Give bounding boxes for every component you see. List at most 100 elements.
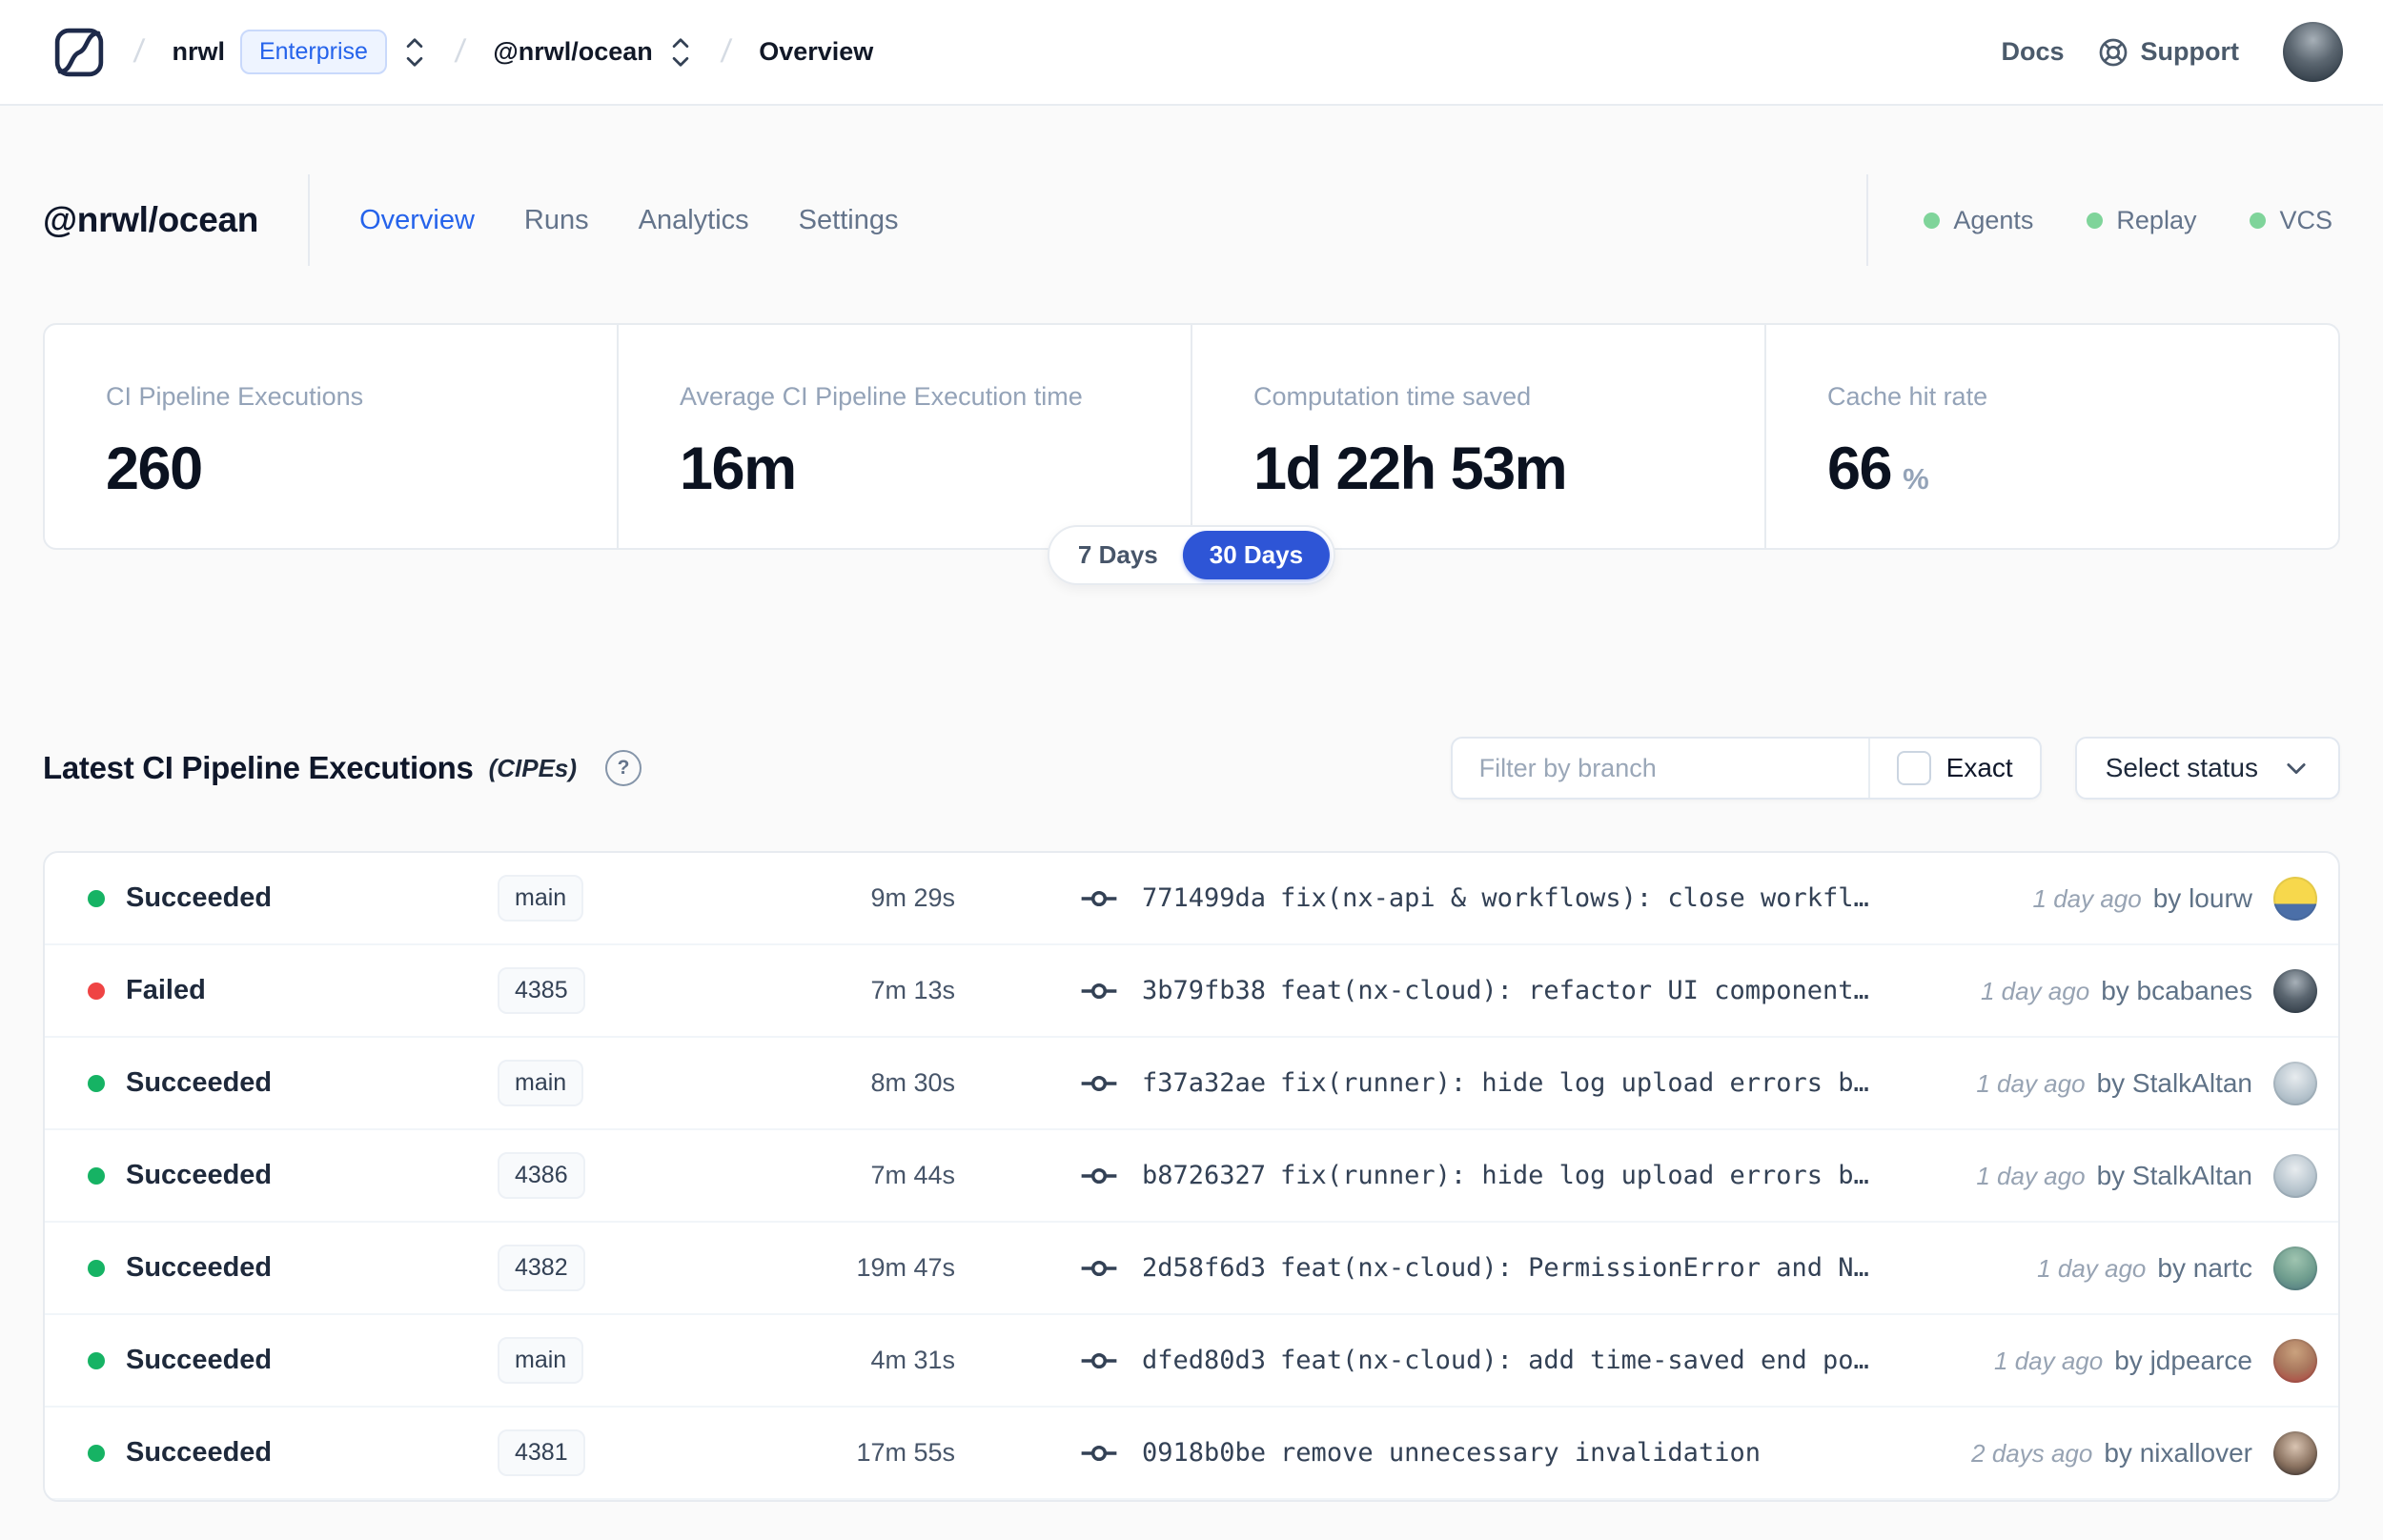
- workspace-header: @nrwl/ocean Overview Runs Analytics Sett…: [0, 174, 2383, 266]
- tab-runs[interactable]: Runs: [524, 205, 589, 236]
- support-link[interactable]: Support: [2097, 36, 2239, 69]
- org-selector-icon[interactable]: [402, 35, 427, 70]
- stat-value: 260: [106, 436, 203, 502]
- stat-value: 1d 22h 53m: [1253, 436, 1568, 502]
- nx-cloud-dashboard: / nrwl Enterprise / @nrwl/ocean / Overvi…: [0, 0, 2383, 1540]
- stat-label: CI Pipeline Executions: [106, 382, 364, 411]
- table-row[interactable]: Succeeded 4386 7m 44s b8726327 fix(runne…: [45, 1130, 2338, 1223]
- green-dot-icon: [1924, 212, 1941, 229]
- author: by StalkAltan: [2096, 1067, 2252, 1098]
- status-filter-button[interactable]: Select status: [2074, 737, 2340, 800]
- support-label: Support: [2140, 37, 2239, 66]
- stat-average-execution-time: Average CI Pipeline Execution time 16m: [617, 325, 1191, 548]
- exact-checkbox[interactable]: [1896, 751, 1931, 785]
- stat-cache-hit-rate: Cache hit rate 66 %: [1764, 325, 2338, 548]
- table-row[interactable]: Succeeded 4382 19m 47s 2d58f6d3 feat(nx-…: [45, 1223, 2338, 1315]
- commit-icon: [1081, 890, 1117, 906]
- tab-overview[interactable]: Overview: [359, 205, 475, 236]
- author: by jdpearce: [2114, 1345, 2252, 1375]
- workspace-status: Agents Replay VCS: [1866, 174, 2340, 266]
- commit-message: feat(nx-cloud): PermissionError and N…: [1280, 1253, 1869, 1283]
- branch-badge: 4381: [498, 1429, 585, 1476]
- tab-analytics[interactable]: Analytics: [639, 205, 749, 236]
- status-indicator-agents[interactable]: Agents: [1924, 206, 2033, 235]
- range-option-7-days[interactable]: 7 Days: [1053, 531, 1183, 579]
- status-dot: [88, 982, 105, 1000]
- table-row[interactable]: Succeeded main 9m 29s 771499da fix(nx-ap…: [45, 853, 2338, 945]
- status-label: Succeeded: [126, 1067, 273, 1098]
- stat-computation-time-saved: Computation time saved 1d 22h 53m: [1191, 325, 1764, 548]
- status-label: Succeeded: [126, 1160, 273, 1190]
- table-row[interactable]: Succeeded main 4m 31s dfed80d3 feat(nx-c…: [45, 1315, 2338, 1408]
- commit-hash: 3b79fb38: [1142, 976, 1267, 1005]
- indicator-label: Replay: [2116, 205, 2197, 234]
- commit-message: fix(nx-api & workflows): close workfl…: [1280, 883, 1869, 913]
- author: by StalkAltan: [2096, 1160, 2252, 1190]
- stat-value: 66: [1827, 436, 1893, 502]
- stat-value: 16m: [680, 436, 797, 502]
- stat-ci-pipeline-executions: CI Pipeline Executions 260: [45, 325, 617, 548]
- author: by nartc: [2157, 1252, 2252, 1283]
- commit-icon: [1081, 1260, 1117, 1276]
- branch-badge: 4386: [498, 1152, 585, 1199]
- nx-cloud-logo-icon[interactable]: [52, 26, 106, 79]
- table-row[interactable]: Succeeded main 8m 30s f37a32ae fix(runne…: [45, 1038, 2338, 1130]
- row-avatar: [2273, 1153, 2317, 1198]
- time-ago: 1 day ago: [1976, 1068, 2086, 1098]
- stats-section: CI Pipeline Executions 260 Average CI Pi…: [43, 323, 2340, 585]
- status-label: Succeeded: [126, 1345, 273, 1375]
- author: by bcabanes: [2101, 975, 2252, 1005]
- status-dot: [88, 1166, 105, 1185]
- docs-link[interactable]: Docs: [2001, 37, 2064, 67]
- help-icon[interactable]: ?: [605, 750, 642, 786]
- table-row[interactable]: Failed 4385 7m 13s 3b79fb38 feat(nx-clou…: [45, 945, 2338, 1038]
- time-ago: 2 days ago: [1971, 1438, 2093, 1468]
- status-indicators: Agents Replay VCS: [1924, 206, 2340, 235]
- range-option-30-days[interactable]: 30 Days: [1182, 531, 1331, 579]
- cipe-title-group: Latest CI Pipeline Executions (CIPEs) ?: [43, 750, 642, 786]
- branch-filter-input[interactable]: [1452, 739, 1868, 798]
- breadcrumb-separator: /: [453, 33, 468, 70]
- status-indicator-replay[interactable]: Replay: [2087, 206, 2196, 235]
- org-selector: nrwl Enterprise: [172, 30, 426, 74]
- workspace-selector-icon[interactable]: [668, 35, 693, 70]
- row-avatar: [2273, 876, 2317, 921]
- tab-settings[interactable]: Settings: [799, 205, 899, 236]
- branch-badge: main: [498, 1060, 584, 1106]
- duration: 19m 47s: [856, 1253, 955, 1282]
- time-ago: 1 day ago: [1994, 1346, 2104, 1375]
- branch-badge: 4385: [498, 967, 585, 1014]
- user-avatar[interactable]: [2283, 22, 2343, 82]
- branch-badge: main: [498, 1337, 584, 1384]
- time-ago: 1 day ago: [1976, 1161, 2086, 1190]
- duration: 17m 55s: [856, 1438, 955, 1467]
- breadcrumb-separator: /: [132, 33, 147, 70]
- exact-filter: Exact: [1867, 739, 2040, 798]
- stat-label: Average CI Pipeline Execution time: [680, 382, 1083, 411]
- row-avatar: [2273, 968, 2317, 1013]
- branch-badge: main: [498, 875, 584, 922]
- commit-hash: 771499da: [1142, 883, 1267, 913]
- status-indicator-vcs[interactable]: VCS: [2250, 206, 2332, 235]
- workspace-title: @nrwl/ocean: [43, 200, 259, 239]
- status-filter-label: Select status: [2105, 753, 2258, 782]
- cipe-table: Succeeded main 9m 29s 771499da fix(nx-ap…: [43, 851, 2340, 1502]
- status-dot: [88, 1074, 105, 1092]
- commit-icon: [1081, 1075, 1117, 1091]
- commit-message: fix(runner): hide log upload errors b…: [1280, 1068, 1869, 1098]
- page-crumb: Overview: [759, 37, 874, 66]
- top-nav: / nrwl Enterprise / @nrwl/ocean / Overvi…: [0, 0, 2383, 106]
- workspace-name[interactable]: @nrwl/ocean: [493, 37, 652, 67]
- exact-label: Exact: [1945, 753, 2013, 782]
- stat-label: Cache hit rate: [1827, 382, 1988, 411]
- table-row[interactable]: Succeeded 4381 17m 55s 0918b0be remove u…: [45, 1408, 2338, 1500]
- time-ago: 1 day ago: [2032, 883, 2142, 913]
- commit-message: feat(nx-cloud): add time-saved end po…: [1280, 1346, 1869, 1375]
- row-avatar: [2273, 1061, 2317, 1105]
- org-name[interactable]: nrwl: [172, 37, 225, 67]
- green-dot-icon: [2250, 212, 2267, 229]
- author: by lourw: [2152, 882, 2252, 913]
- duration: 4m 31s: [870, 1346, 955, 1374]
- indicator-label: Agents: [1953, 205, 2034, 234]
- row-avatar: [2273, 1246, 2317, 1290]
